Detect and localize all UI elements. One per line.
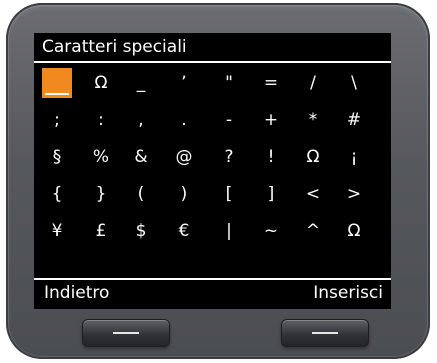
char-key[interactable]: ~ (256, 216, 286, 246)
char-key[interactable]: ¥ (42, 216, 72, 246)
char-key[interactable]: ? (214, 142, 244, 172)
char-key[interactable]: £ (86, 216, 116, 246)
char-key[interactable]: Ω (86, 68, 116, 98)
char-key[interactable]: Ω (339, 216, 369, 246)
char-key[interactable]: _ (126, 68, 156, 98)
char-key[interactable]: [ (214, 179, 244, 209)
minus-icon (113, 332, 139, 334)
char-key[interactable]: , (126, 105, 156, 135)
char-key[interactable]: } (86, 179, 116, 209)
char-key[interactable]: / (298, 68, 328, 98)
special-characters-grid: Ω _ ʼ " = / \;:,. - + * # §% & @?! Ω ¡ {} () [] < > ¥ £ $ € | ~ ^ Ω (34, 68, 391, 268)
char-key[interactable]: - (214, 105, 244, 135)
char-key[interactable]: % (86, 142, 116, 172)
char-key[interactable]: . (169, 105, 199, 135)
char-key[interactable]: : (86, 105, 116, 135)
char-key[interactable]: ^ (298, 216, 328, 246)
phone-device: Caratteri speciali Ω _ ʼ " = / \;:,. - + * # §% & @?!… (6, 3, 430, 359)
left-softkey-button[interactable] (82, 319, 170, 347)
char-key[interactable]: @ (169, 142, 199, 172)
char-key[interactable]: \ (339, 68, 369, 98)
char-key[interactable]: < (298, 179, 328, 209)
char-key[interactable]: " (214, 68, 244, 98)
char-key[interactable]: § (42, 142, 72, 172)
char-key[interactable]: { (42, 179, 72, 209)
char-key[interactable]: = (256, 68, 286, 98)
char-key[interactable]: $ (126, 216, 156, 246)
softkey-back-label[interactable]: Indietro (44, 281, 109, 305)
char-key[interactable]: > (339, 179, 369, 209)
text-cursor (45, 93, 69, 95)
char-key[interactable]: + (256, 105, 286, 135)
title-divider (34, 61, 391, 63)
page-title: Caratteri speciali (42, 37, 187, 57)
char-key[interactable]: € (169, 216, 199, 246)
char-key[interactable]: ! (256, 142, 286, 172)
char-key[interactable]: # (339, 105, 369, 135)
minus-icon (312, 332, 338, 334)
char-key[interactable]: ] (256, 179, 286, 209)
display-screen: Caratteri speciali Ω _ ʼ " = / \;:,. - + * # §% & @?!… (34, 33, 391, 309)
char-key[interactable]: ) (169, 179, 199, 209)
char-key[interactable]: ; (42, 105, 72, 135)
char-key[interactable]: | (214, 216, 244, 246)
softkey-divider (34, 278, 391, 280)
char-key[interactable]: & (126, 142, 156, 172)
right-softkey-button[interactable] (281, 319, 369, 347)
char-key[interactable]: Ω (298, 142, 328, 172)
char-key[interactable]: ( (126, 179, 156, 209)
softkey-insert-label[interactable]: Inserisci (313, 281, 383, 305)
char-key[interactable] (42, 68, 72, 98)
char-key[interactable]: ¡ (339, 142, 369, 172)
char-key[interactable]: * (298, 105, 328, 135)
char-key[interactable]: ʼ (169, 68, 199, 98)
